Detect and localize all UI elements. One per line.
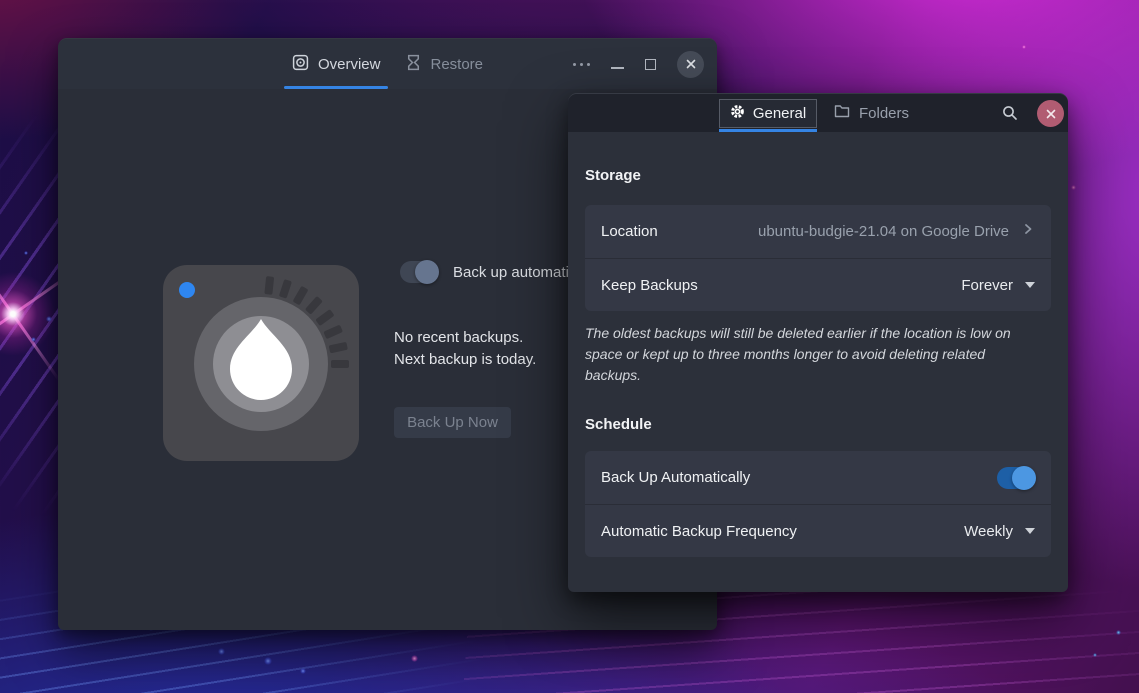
wallpaper-dot xyxy=(218,648,225,655)
storage-section-title: Storage xyxy=(585,132,1051,184)
backup-frequency-row[interactable]: Automatic Backup Frequency Weekly xyxy=(585,504,1051,557)
deja-dup-icon xyxy=(160,263,362,463)
tab-folders-label: Folders xyxy=(859,105,909,122)
tab-overview[interactable]: Overview xyxy=(286,39,387,89)
main-window-titlebar: Overview Restore xyxy=(58,39,717,89)
safe-icon xyxy=(292,54,309,75)
status-line-1: No recent backups. xyxy=(394,327,536,349)
location-label: Location xyxy=(601,223,658,240)
wallpaper-dot xyxy=(1071,185,1076,190)
keep-backups-label: Keep Backups xyxy=(601,277,698,294)
search-icon[interactable] xyxy=(1002,105,1018,121)
back-up-automatically-row: Back Up Automatically xyxy=(585,451,1051,504)
maximize-icon[interactable] xyxy=(645,59,656,70)
backup-frequency-label: Automatic Backup Frequency xyxy=(601,523,797,540)
keep-backups-row[interactable]: Keep Backups Forever xyxy=(585,258,1051,311)
preferences-titlebar: General Folders xyxy=(568,94,1068,132)
wallpaper-dot xyxy=(24,251,28,255)
location-row[interactable]: Location ubuntu-budgie-21.04 on Google D… xyxy=(585,205,1051,258)
preferences-window: General Folders xyxy=(568,93,1068,592)
tab-overview-label: Overview xyxy=(318,56,381,73)
backup-status-text: No recent backups. Next backup is today. xyxy=(394,327,536,370)
wallpaper-dot xyxy=(264,657,272,665)
schedule-section-title: Schedule xyxy=(585,386,1051,433)
dropdown-caret-icon xyxy=(1025,528,1035,534)
dropdown-caret-icon xyxy=(1025,282,1035,288)
hourglass-icon xyxy=(406,54,421,75)
main-window-tabs: Overview Restore xyxy=(286,39,489,89)
status-line-2: Next backup is today. xyxy=(394,349,536,371)
keep-backups-note: The oldest backups will still be deleted… xyxy=(585,323,1037,386)
chevron-right-icon xyxy=(1021,222,1035,241)
wallpaper-dot xyxy=(411,655,418,662)
folder-icon xyxy=(834,104,850,122)
close-icon[interactable] xyxy=(1037,100,1064,127)
active-tab-underline xyxy=(719,129,817,132)
back-up-automatically-toggle[interactable] xyxy=(997,467,1035,489)
preferences-body: Storage Location ubuntu-budgie-21.04 on … xyxy=(568,132,1068,557)
wallpaper-dot xyxy=(46,316,52,322)
tab-restore[interactable]: Restore xyxy=(400,39,489,89)
tab-general[interactable]: General xyxy=(719,99,817,128)
wallpaper-dot xyxy=(1093,653,1097,657)
wallpaper-dot xyxy=(1022,45,1026,49)
location-value: ubuntu-budgie-21.04 on Google Drive xyxy=(758,223,1009,240)
backup-frequency-value: Weekly xyxy=(964,523,1013,540)
desktop: Overview Restore xyxy=(0,0,1139,693)
tab-folders[interactable]: Folders xyxy=(834,94,909,132)
wallpaper-dot xyxy=(31,337,36,342)
main-window-controls xyxy=(573,39,704,89)
menu-dots-icon[interactable] xyxy=(573,63,590,66)
tab-restore-label: Restore xyxy=(430,56,483,73)
keep-backups-value: Forever xyxy=(961,277,1013,294)
wallpaper-dot xyxy=(300,668,306,674)
auto-backup-toggle[interactable] xyxy=(400,261,438,283)
schedule-card: Back Up Automatically Automatic Backup F… xyxy=(585,451,1051,557)
back-up-now-button[interactable]: Back Up Now xyxy=(394,407,511,438)
wallpaper-dot xyxy=(1116,630,1121,635)
minimize-icon[interactable] xyxy=(611,67,624,69)
storage-card: Location ubuntu-budgie-21.04 on Google D… xyxy=(585,205,1051,311)
back-up-automatically-label: Back Up Automatically xyxy=(601,469,750,486)
close-icon[interactable] xyxy=(677,51,704,78)
gear-icon xyxy=(730,104,745,123)
tab-general-label: General xyxy=(753,105,806,122)
